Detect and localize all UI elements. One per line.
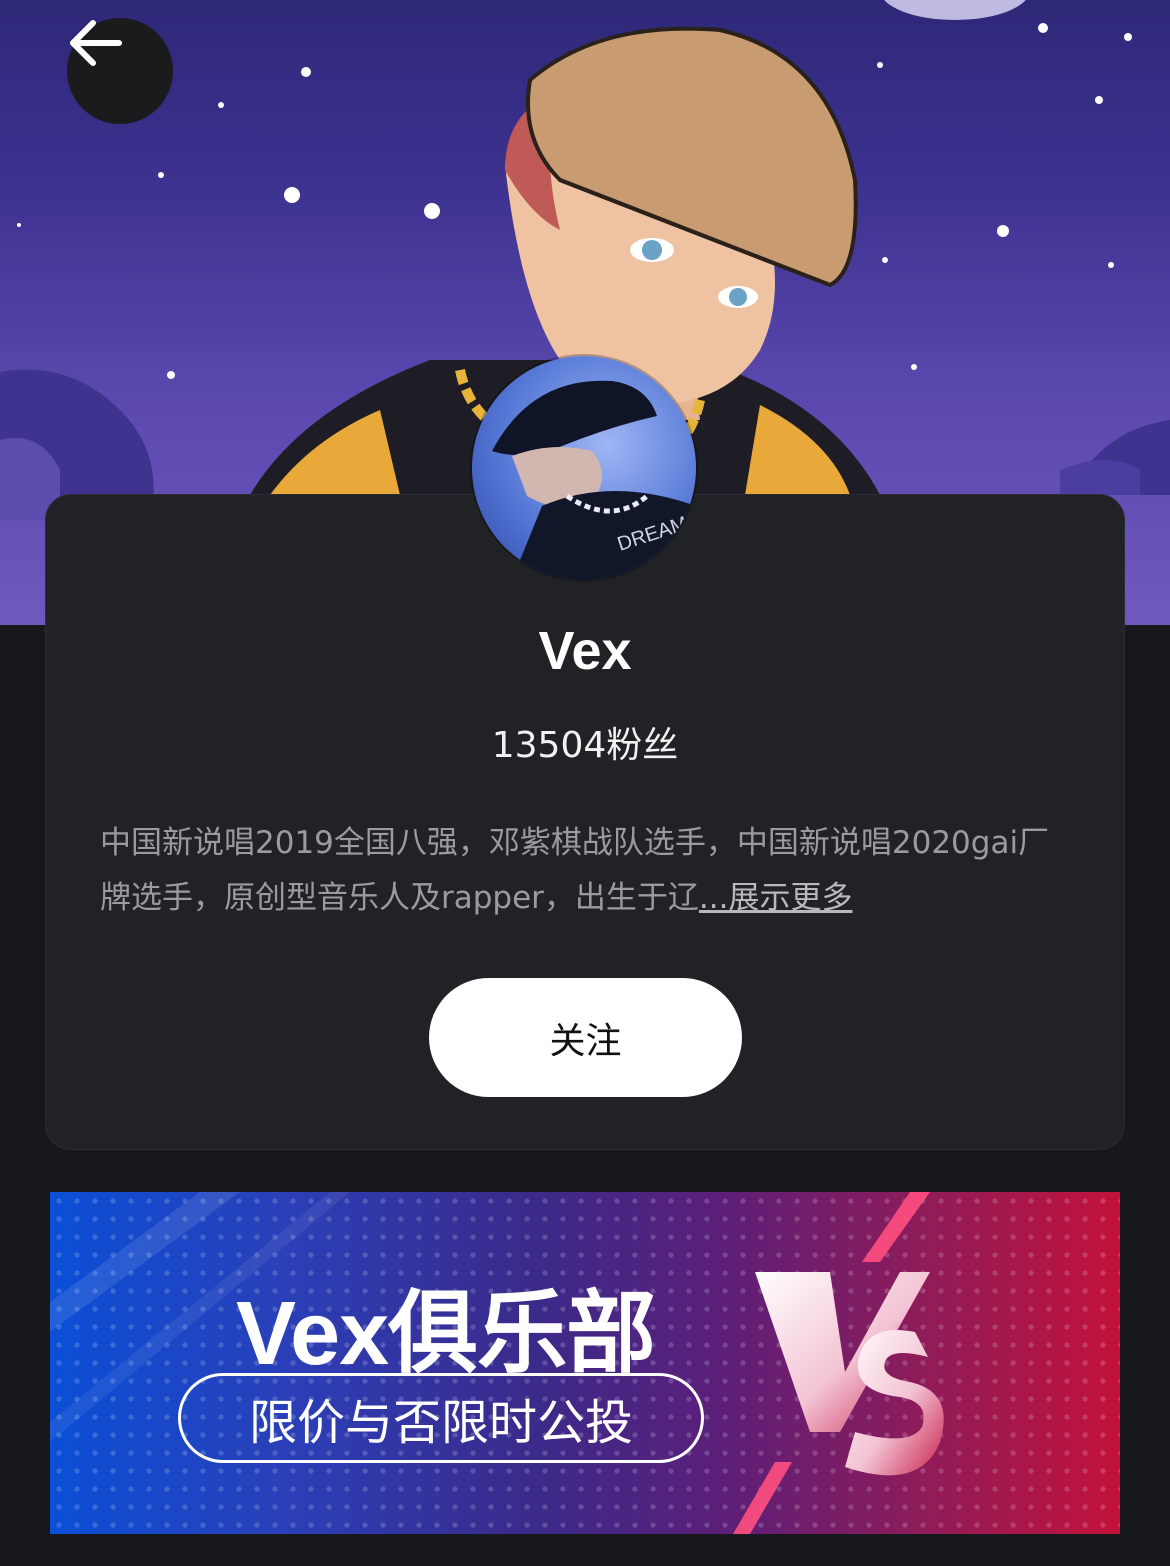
show-more-link[interactable]: ...展示更多: [699, 880, 853, 916]
artist-name: Vex: [538, 621, 632, 681]
follow-button[interactable]: 关注: [429, 978, 742, 1097]
arrow-left-icon: [70, 20, 122, 66]
banner-title: Vex俱乐部: [236, 1284, 656, 1384]
artist-bio: 中国新说唱2019全国八强，邓紫棋战队选手，中国新说唱2020gai厂牌选手，原…: [100, 816, 1080, 926]
fans-count: 13504粉丝: [491, 725, 679, 766]
banner-subtitle: 限价与否限时公投: [178, 1373, 704, 1463]
back-button[interactable]: [67, 18, 173, 124]
bio-text: 中国新说唱2019全国八强，邓紫棋战队选手，中国新说唱2020gai厂牌选手，原…: [100, 825, 1050, 916]
club-banner[interactable]: Vex俱乐部 限价与否限时公投: [50, 1192, 1120, 1534]
avatar-image: DREAM: [492, 380, 696, 580]
avatar: DREAM: [472, 356, 696, 580]
